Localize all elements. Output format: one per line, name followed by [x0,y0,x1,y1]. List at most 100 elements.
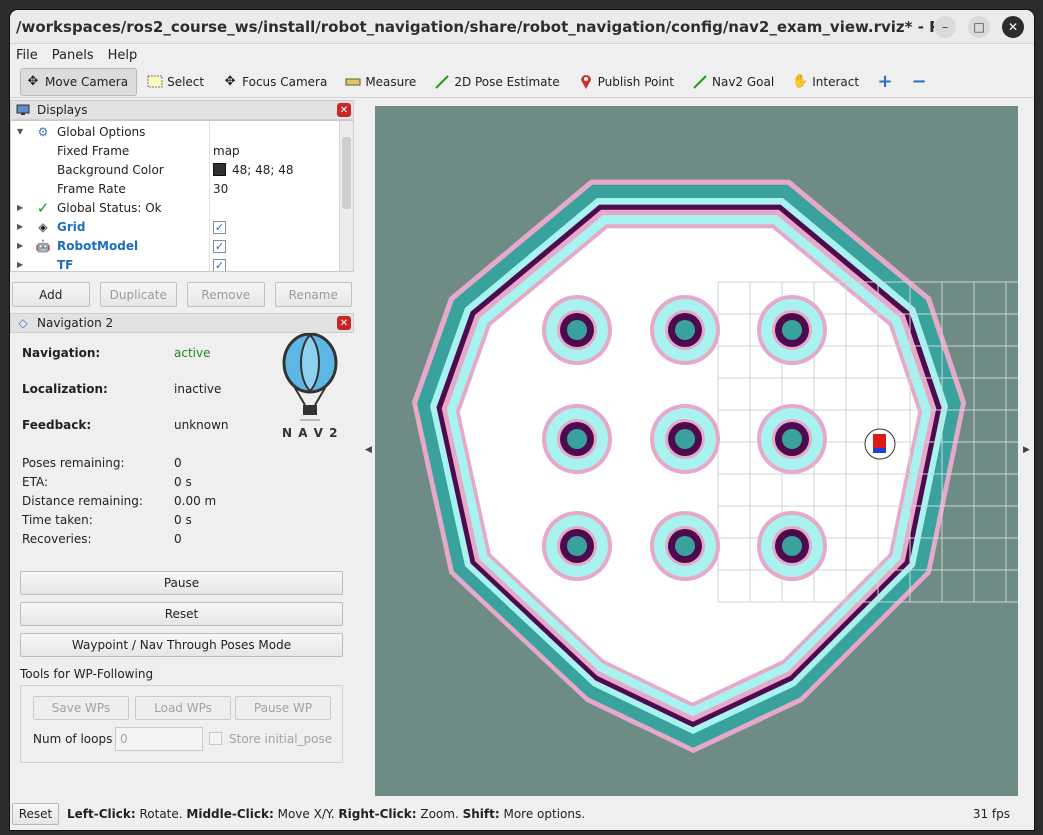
collapsed-arrow-icon[interactable]: ▶ [17,260,23,269]
poses-remaining-value: 0 [174,456,182,470]
wp-tools-group: Save WPs Load WPs Pause WP Num of loops … [20,685,343,763]
select-tool[interactable]: Select [143,68,212,96]
publish-point-tool[interactable]: Publish Point [574,68,682,96]
tree-scrollbar[interactable] [339,121,353,271]
hint-text: More options. [499,807,586,821]
menu-file[interactable]: File [16,48,38,63]
rviz-window: /workspaces/ros2_course_ws/install/robot… [10,10,1034,830]
add-button[interactable]: Add [12,282,90,307]
plus-icon: + [877,71,893,92]
tree-row-fixed-frame[interactable]: Fixed Frame map [11,141,339,160]
tree-label: Background Color [57,162,164,177]
collapsed-arrow-icon[interactable]: ▶ [17,241,23,250]
tree-label: Grid [57,219,86,234]
tree-row-background-color[interactable]: Background Color 48; 48; 48 [11,160,339,179]
3d-viewport[interactable] [375,106,1018,796]
rename-button[interactable]: Rename [274,282,352,307]
tree-label: Fixed Frame [57,143,130,158]
nav2-goal-label: Nav2 Goal [712,74,775,89]
pillar-core [782,429,802,449]
left-splitter-arrow-icon[interactable]: ◀ [365,445,372,455]
num-loops-input[interactable]: 0 [115,727,203,751]
pillar-core [567,429,587,449]
expanded-arrow-icon[interactable]: ▼ [17,127,23,136]
add-tool-button[interactable]: + [873,68,901,96]
tree-row-tf[interactable]: ▶ TF ✓ [11,255,339,271]
pillar-core [782,320,802,340]
pause-wp-button[interactable]: Pause WP [235,696,331,720]
reset-navigation-button[interactable]: Reset [20,602,343,626]
hint-middle-click: Middle-Click: [186,807,274,821]
store-initial-pose-checkbox[interactable] [209,732,222,745]
focus-camera-label: Focus Camera [242,74,328,89]
hint-shift: Shift: [462,807,500,821]
tree-row-frame-rate[interactable]: Frame Rate 30 [11,179,339,198]
robot-body [873,434,886,448]
focus-camera-tool[interactable]: ✥ Focus Camera [218,68,335,96]
remove-button[interactable]: Remove [187,282,265,307]
maximize-button[interactable]: □ [968,15,990,38]
tree-row-global-options[interactable]: ▼ ⚙ Global Options [11,122,339,141]
distance-remaining-value: 0.00 m [174,494,217,508]
duplicate-button[interactable]: Duplicate [99,282,177,307]
pause-button[interactable]: Pause [20,571,343,595]
navigation-panel: Navigation: active Localization: inactiv… [10,332,354,803]
num-loops-label: Num of loops [33,732,113,746]
load-wps-button[interactable]: Load WPs [135,696,231,720]
tree-row-grid[interactable]: ▶ ◈ Grid ✓ [11,217,339,236]
close-window-button[interactable]: ✕ [1002,15,1024,38]
nav2-logo-text: N A V 2 [282,426,339,440]
menu-help[interactable]: Help [108,48,138,63]
checkmark-icon: ✓ [36,198,50,217]
close-icon[interactable]: ✕ [337,103,351,117]
fps-counter: 31 fps [972,807,1010,821]
menu-panels[interactable]: Panels [52,48,94,63]
grid-enabled-checkbox[interactable]: ✓ [213,220,226,234]
menu-bar: File Panels Help [10,44,1034,66]
hint-text: Zoom. [416,807,463,821]
localization-status: inactive [174,382,222,396]
tree-label: Global Status: Ok [57,200,162,215]
focus-camera-icon: ✥ [224,74,236,89]
measure-tool[interactable]: Measure [341,68,424,96]
close-icon[interactable]: ✕ [337,316,351,330]
pose-estimate-tool[interactable]: 2D Pose Estimate [430,68,567,96]
move-camera-label: Move Camera [45,74,129,89]
hint-text: Rotate. [135,807,187,821]
navigation-header: ◇ Navigation 2 ✕ [10,313,354,333]
green-arrow-icon [434,74,450,90]
occupancy-map[interactable] [375,106,1018,796]
tree-value: map [213,143,240,158]
hand-icon: ✋ [792,74,809,89]
tree-value: 48; 48; 48 [213,163,294,177]
collapsed-arrow-icon[interactable]: ▶ [17,222,23,231]
hint-right-click: Right-Click: [338,807,417,821]
right-splitter-arrow-icon[interactable]: ▶ [1023,445,1030,455]
feedback-label: Feedback: [22,418,92,432]
eta-label: ETA: [22,475,49,489]
robot-icon: 🤖 [35,238,51,253]
robot-model-enabled-checkbox[interactable]: ✓ [213,239,226,253]
move-camera-tool[interactable]: ✥ Move Camera [20,67,138,96]
tree-value: 30 [213,181,229,196]
status-bar: Reset Left-Click: Rotate. Middle-Click: … [10,798,1034,830]
measure-label: Measure [365,74,417,89]
remove-tool-button[interactable]: − [907,68,935,96]
minimize-button[interactable]: – [934,15,956,38]
time-taken-label: Time taken: [22,513,93,527]
interact-tool[interactable]: ✋ Interact [788,68,867,96]
tree-row-global-status[interactable]: ▶ ✓ Global Status: Ok [11,198,339,217]
tf-enabled-checkbox[interactable]: ✓ [213,258,226,271]
nav2-goal-tool[interactable]: Nav2 Goal [688,68,782,96]
reset-button[interactable]: Reset [12,803,59,825]
collapsed-arrow-icon[interactable]: ▶ [17,203,23,212]
green-arrow-icon [692,74,708,90]
pillar-core [782,536,802,556]
poses-remaining-label: Poses remaining: [22,456,125,470]
title-bar: /workspaces/ros2_course_ws/install/robot… [10,10,1034,44]
save-wps-button[interactable]: Save WPs [33,696,129,720]
waypoint-mode-button[interactable]: Waypoint / Nav Through Poses Mode [20,633,343,657]
select-icon [147,74,163,90]
publish-point-label: Publish Point [597,74,674,89]
tree-row-robot-model[interactable]: ▶ 🤖 RobotModel ✓ [11,236,339,255]
